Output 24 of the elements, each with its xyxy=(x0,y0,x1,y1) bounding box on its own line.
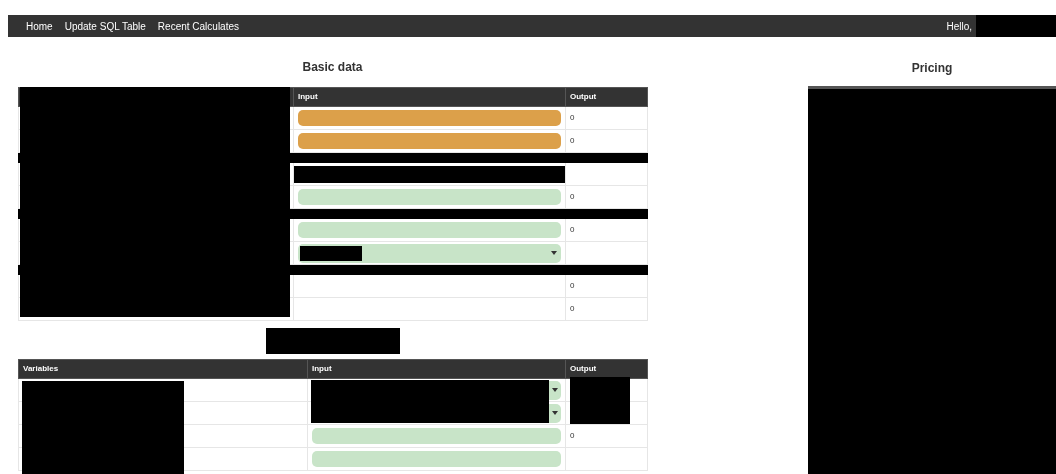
greeting: Hello, xyxy=(946,19,972,34)
column-header: Output xyxy=(570,364,597,373)
column-header: Input xyxy=(312,364,332,373)
nav-link[interactable]: Update SQL Table xyxy=(64,18,146,34)
nav-link[interactable]: Home xyxy=(26,18,53,34)
input-field[interactable] xyxy=(298,222,561,238)
input-field[interactable] xyxy=(298,133,561,149)
section-title: Pricing xyxy=(910,60,954,77)
output-value: 0 xyxy=(570,136,575,145)
output-value: 0 xyxy=(570,225,575,234)
input-field[interactable] xyxy=(312,451,561,467)
input-field[interactable] xyxy=(312,428,561,444)
input-field[interactable] xyxy=(298,110,561,126)
column-header: Variables xyxy=(23,364,59,373)
column-header: Output xyxy=(570,92,597,101)
output-value: 0 xyxy=(570,281,575,290)
column-header: Input xyxy=(298,92,318,101)
nav-link[interactable]: Recent Calculates xyxy=(157,18,239,34)
output-value: 0 xyxy=(570,192,575,201)
output-value: 0 xyxy=(570,113,575,122)
output-value: 0 xyxy=(570,304,575,313)
output-value: 0 xyxy=(570,431,575,440)
input-field[interactable] xyxy=(298,189,561,205)
section-title: Basic data xyxy=(301,59,364,76)
